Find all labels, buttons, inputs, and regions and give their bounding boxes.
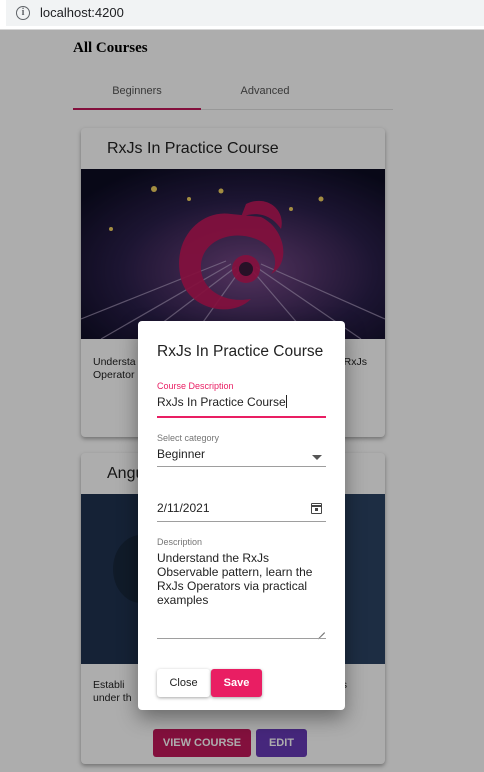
text-caret	[285, 395, 287, 408]
url-text[interactable]: localhost:4200	[40, 5, 124, 20]
field-underline	[157, 638, 326, 639]
release-date-input[interactable]: 2/11/2021	[157, 501, 326, 515]
description-label: Description	[157, 537, 203, 547]
save-button[interactable]: Save	[211, 669, 262, 697]
close-button[interactable]: Close	[157, 669, 210, 697]
course-description-field[interactable]: Course Description RxJs In Practice Cour…	[157, 381, 326, 419]
course-description-label: Course Description	[157, 381, 234, 391]
field-underline	[157, 466, 326, 467]
long-description-field[interactable]: Description Understand the RxJs Observab…	[157, 537, 326, 641]
edit-course-dialog: RxJs In Practice Course Course Descripti…	[138, 321, 345, 710]
course-description-input[interactable]: RxJs In Practice Course	[157, 395, 326, 409]
category-label: Select category	[157, 433, 220, 443]
site-info-icon[interactable]: i	[16, 6, 30, 20]
course-description-value: RxJs In Practice Course	[157, 395, 286, 409]
category-value: Beginner	[157, 447, 206, 461]
release-date-field[interactable]: 2/11/2021	[157, 501, 326, 523]
description-textarea[interactable]: Understand the RxJs Observable pattern, …	[157, 551, 326, 607]
chevron-down-icon[interactable]	[312, 455, 322, 460]
calendar-icon[interactable]	[311, 503, 322, 514]
field-underline	[157, 416, 326, 418]
field-underline	[157, 521, 326, 522]
resize-handle-icon[interactable]	[317, 625, 325, 633]
category-select[interactable]: Select category Beginner	[157, 433, 326, 469]
dialog-title: RxJs In Practice Course	[157, 343, 324, 360]
browser-address-bar: i localhost:4200	[0, 0, 484, 30]
